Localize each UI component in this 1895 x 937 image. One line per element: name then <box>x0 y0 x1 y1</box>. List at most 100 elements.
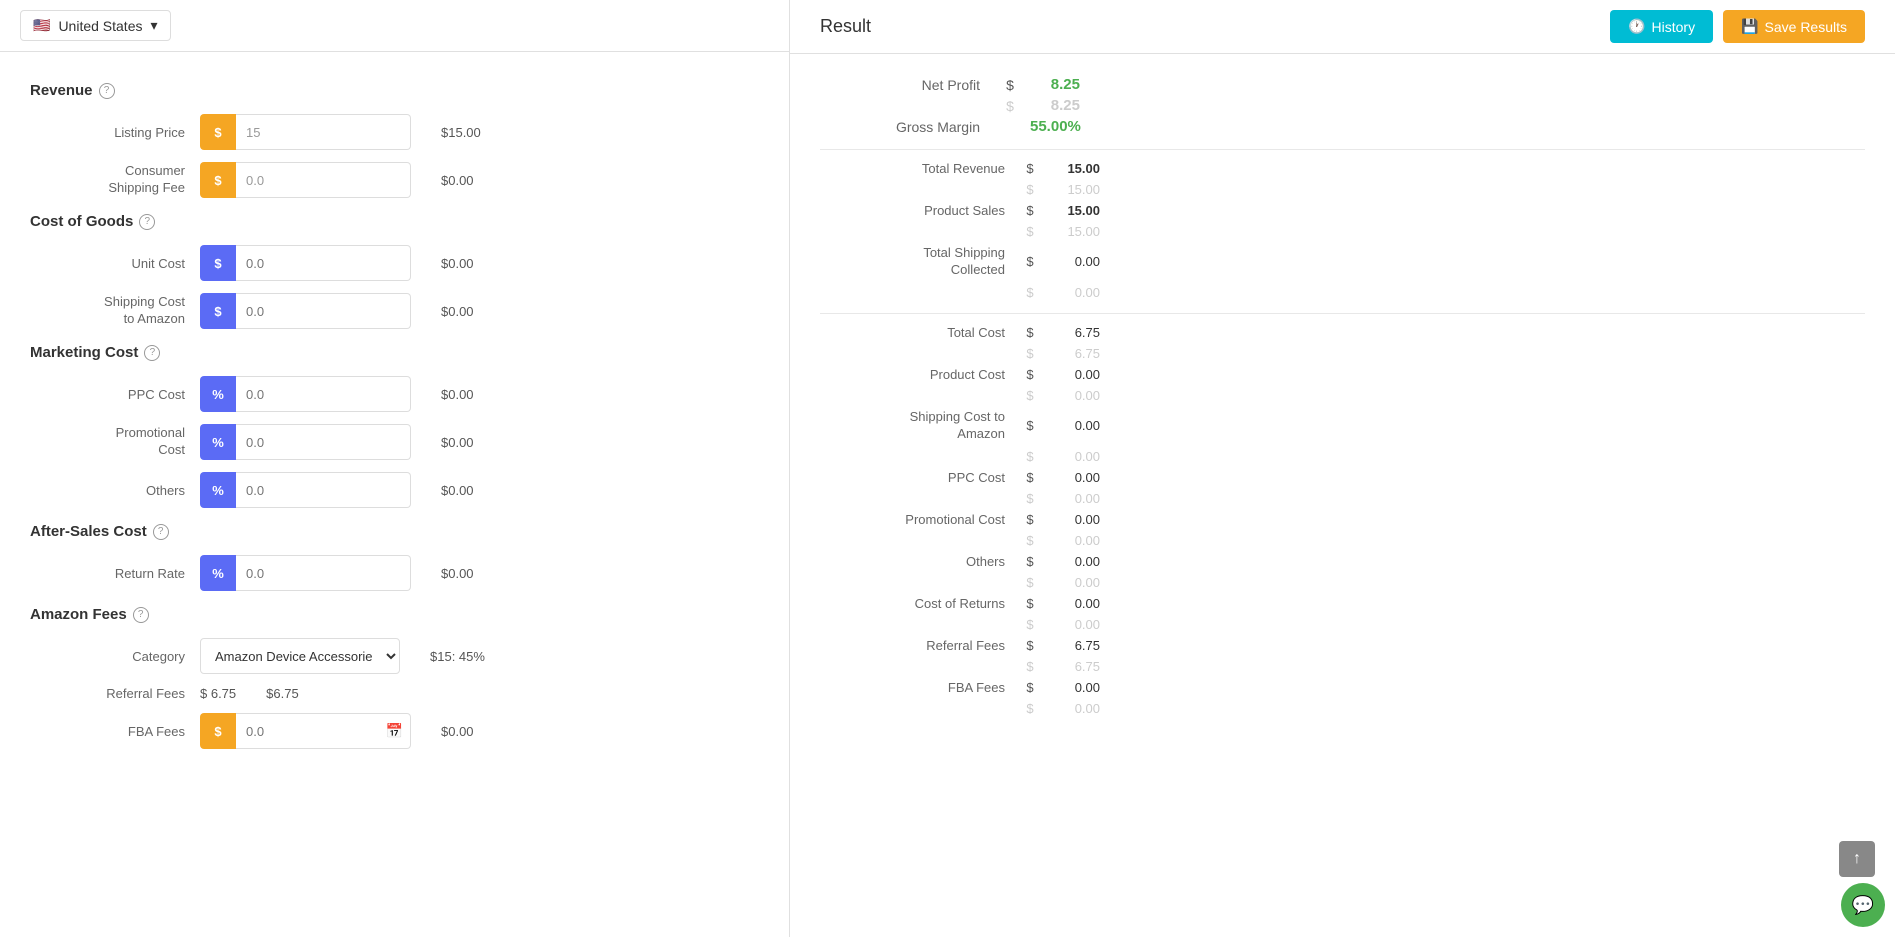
product-cost-row2: $ 0.00 <box>820 385 1865 406</box>
after-sales-title: After-Sales Cost <box>30 523 147 540</box>
others-right-label: Others <box>820 554 1020 569</box>
total-revenue-row1: Total Revenue $ 15.00 <box>820 158 1865 179</box>
amazon-fees-section-header: Amazon Fees ? <box>30 606 759 623</box>
net-profit-block: Net Profit $ 8.25 $ 8.25 Gross Margin 55… <box>820 74 1865 150</box>
cost-of-goods-help-icon[interactable]: ? <box>139 214 155 230</box>
unit-cost-value: $0.00 <box>441 256 501 271</box>
save-icon: 💾 <box>1741 18 1758 35</box>
fba-fees-label: FBA Fees <box>30 724 200 739</box>
shipping-cost-amazon-row2: $ 0.00 <box>820 446 1865 467</box>
referral-fees-right-row1: Referral Fees $ 6.75 <box>820 635 1865 656</box>
ppc-cost-input-group: % <box>200 376 411 412</box>
others-input-group: % <box>200 472 411 508</box>
others-input[interactable] <box>236 472 411 508</box>
country-selector[interactable]: 🇺🇸 United States ▾ <box>20 10 171 41</box>
category-row: Category Amazon Device Accessorie Electr… <box>30 638 759 674</box>
shipping-cost-value: $0.00 <box>441 304 501 319</box>
total-shipping-row1: Total ShippingCollected $ 0.00 <box>820 242 1865 282</box>
flag-icon: 🇺🇸 <box>33 17 50 34</box>
promotional-cost-input-group: % <box>200 424 411 460</box>
shipping-cost-amazon-block: Shipping Cost toAmazon $ 0.00 $ 0.00 <box>820 406 1865 467</box>
referral-fees-static-value: $ 6.75 <box>200 686 236 701</box>
product-cost-block: Product Cost $ 0.00 $ 0.00 <box>820 364 1865 406</box>
chat-button[interactable]: 💬 <box>1841 883 1885 927</box>
unit-cost-row: Unit Cost $ $0.00 <box>30 245 759 281</box>
promotional-cost-prefix: % <box>200 424 236 460</box>
total-cost-block: Total Cost $ 6.75 $ 6.75 <box>820 322 1865 364</box>
product-sales-block: Product Sales $ 15.00 $ 15.00 <box>820 200 1865 242</box>
others-right-block: Others $ 0.00 $ 0.00 <box>820 551 1865 593</box>
revenue-section-header: Revenue ? <box>30 82 759 99</box>
save-results-button[interactable]: 💾 Save Results <box>1723 10 1865 43</box>
left-panel: 🇺🇸 United States ▾ Revenue ? Listing Pri… <box>0 0 790 937</box>
promotional-cost-input[interactable] <box>236 424 411 460</box>
total-shipping-label: Total ShippingCollected <box>820 245 1020 279</box>
promotional-cost-label: PromotionalCost <box>30 425 200 459</box>
after-sales-section-header: After-Sales Cost ? <box>30 523 759 540</box>
net-profit-row1: Net Profit $ 8.25 <box>820 74 1865 95</box>
amazon-fees-help-icon[interactable]: ? <box>133 607 149 623</box>
others-right-value2: 0.00 <box>1040 575 1100 590</box>
product-sales-label: Product Sales <box>820 203 1020 218</box>
net-profit-dollar1: $ <box>1000 77 1020 93</box>
net-profit-value1: 8.25 <box>1020 76 1080 93</box>
listing-price-input[interactable] <box>236 114 411 150</box>
gross-margin-label: Gross Margin <box>820 119 1000 135</box>
return-rate-prefix: % <box>200 555 236 591</box>
listing-price-label: Listing Price <box>30 125 200 140</box>
ppc-cost-row: PPC Cost % $0.00 <box>30 376 759 412</box>
shipping-cost-input-group: $ <box>200 293 411 329</box>
ppc-cost-input[interactable] <box>236 376 411 412</box>
calculator-icon[interactable]: 📅 <box>386 723 403 740</box>
cost-of-goods-title: Cost of Goods <box>30 213 133 230</box>
consumer-shipping-input[interactable] <box>236 162 411 198</box>
fba-fees-right-block: FBA Fees $ 0.00 $ 0.00 <box>820 677 1865 719</box>
total-shipping-block: Total ShippingCollected $ 0.00 $ 0.00 <box>820 242 1865 314</box>
shipping-cost-amazon-label: Shipping Cost toAmazon <box>820 409 1020 443</box>
net-profit-dollar2: $ <box>1000 98 1020 114</box>
shipping-cost-amazon-row1: Shipping Cost toAmazon $ 0.00 <box>820 406 1865 446</box>
shipping-cost-input[interactable] <box>236 293 411 329</box>
referral-fees-value: $6.75 <box>266 686 326 701</box>
ppc-cost-right-label: PPC Cost <box>820 470 1020 485</box>
referral-fees-display: $ 6.75 <box>200 686 236 701</box>
return-rate-input[interactable] <box>236 555 411 591</box>
total-revenue-dollar1: $ <box>1020 161 1040 176</box>
cost-of-returns-label: Cost of Returns <box>820 596 1020 611</box>
return-rate-label: Return Rate <box>30 566 200 581</box>
after-sales-help-icon[interactable]: ? <box>153 524 169 540</box>
history-label: History <box>1652 19 1696 35</box>
others-label: Others <box>30 483 200 498</box>
unit-cost-label: Unit Cost <box>30 256 200 271</box>
marketing-cost-section-header: Marketing Cost ? <box>30 344 759 361</box>
product-cost-label: Product Cost <box>820 367 1020 382</box>
chevron-down-icon: ▾ <box>151 17 158 34</box>
total-cost-value2: 6.75 <box>1040 346 1100 361</box>
product-cost-row1: Product Cost $ 0.00 <box>820 364 1865 385</box>
total-cost-label: Total Cost <box>820 325 1020 340</box>
category-select[interactable]: Amazon Device Accessorie Electronics Clo… <box>200 638 400 674</box>
referral-fees-right-row2: $ 6.75 <box>820 656 1865 677</box>
cost-of-goods-section-header: Cost of Goods ? <box>30 213 759 230</box>
consumer-shipping-row: ConsumerShipping Fee $ $0.00 <box>30 162 759 198</box>
unit-cost-input[interactable] <box>236 245 411 281</box>
consumer-shipping-input-group: $ <box>200 162 411 198</box>
product-cost-value1: 0.00 <box>1040 367 1100 382</box>
shipping-cost-label: Shipping Costto Amazon <box>30 294 200 328</box>
listing-price-value: $15.00 <box>441 125 501 140</box>
others-right-row2: $ 0.00 <box>820 572 1865 593</box>
ppc-cost-prefix: % <box>200 376 236 412</box>
total-shipping-value2: 0.00 <box>1040 285 1100 300</box>
shipping-cost-prefix: $ <box>200 293 236 329</box>
ppc-cost-right-row1: PPC Cost $ 0.00 <box>820 467 1865 488</box>
consumer-shipping-prefix: $ <box>200 162 236 198</box>
history-button[interactable]: 🕐 History <box>1610 10 1713 43</box>
marketing-cost-help-icon[interactable]: ? <box>144 345 160 361</box>
revenue-help-icon[interactable]: ? <box>99 83 115 99</box>
gross-margin-value: 55.00% <box>1000 118 1080 135</box>
total-revenue-block: Total Revenue $ 15.00 $ 15.00 <box>820 158 1865 200</box>
result-content: Net Profit $ 8.25 $ 8.25 Gross Margin 55… <box>790 54 1895 739</box>
fba-fees-prefix: $ <box>200 713 236 749</box>
shipping-cost-amazon-value2: 0.00 <box>1040 449 1100 464</box>
scroll-top-button[interactable]: ↑ <box>1839 841 1875 877</box>
